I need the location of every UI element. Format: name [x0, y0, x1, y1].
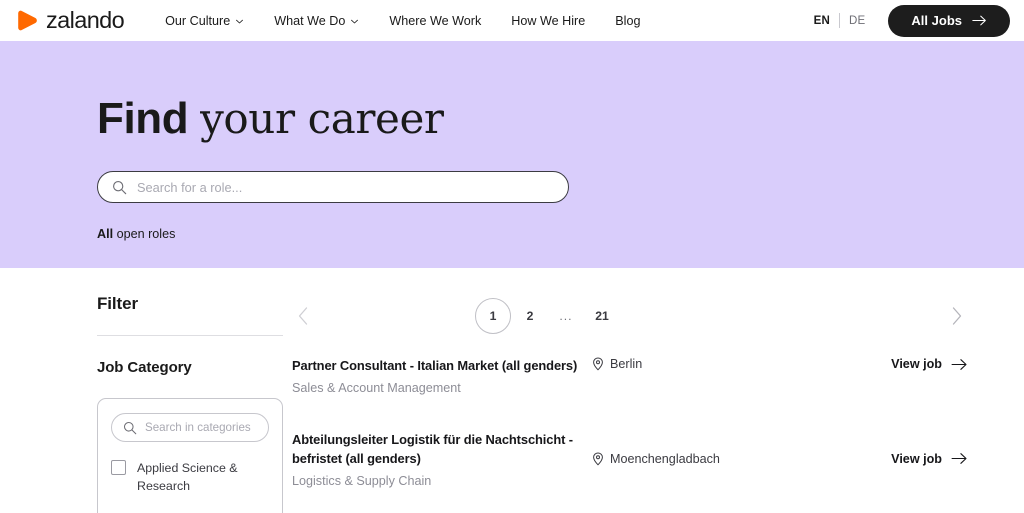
category-label: Applied Science & Research: [137, 461, 238, 494]
page-title-bold: Find: [97, 94, 189, 143]
pagination-page-1[interactable]: 1: [475, 298, 511, 334]
language-option-en[interactable]: EN: [814, 15, 839, 27]
pagination-next-button[interactable]: [946, 305, 968, 327]
job-location-label: Moenchengladbach: [610, 451, 720, 466]
language-option-de[interactable]: DE: [840, 15, 865, 27]
nav-label: Blog: [615, 13, 641, 28]
role-search-box[interactable]: [97, 171, 569, 203]
job-title[interactable]: Partner Consultant - Italian Market (all…: [292, 356, 592, 375]
job-department: Sales & Account Management: [292, 381, 461, 396]
filter-divider: [97, 335, 283, 336]
chevron-right-icon: [952, 307, 962, 325]
job-list-item: Partner Consultant - Italian Market (all…: [292, 356, 968, 430]
filter-sidebar: Filter Job Category Applied Science & Re…: [97, 268, 292, 513]
job-summary: Abteilungsleiter Logistik für die Nachts…: [292, 430, 592, 491]
search-icon: [123, 421, 137, 434]
pagination: 1 2 ... 21: [292, 288, 968, 344]
view-job-label: View job: [891, 451, 942, 466]
nav-label: How We Hire: [511, 13, 586, 28]
job-list: Partner Consultant - Italian Market (all…: [292, 356, 968, 513]
primary-nav: Our Culture What We Do Where We Work How…: [150, 14, 655, 28]
main-content: Filter Job Category Applied Science & Re…: [0, 268, 1024, 513]
pagination-prev-button[interactable]: [292, 305, 314, 327]
view-job-label: View job: [891, 357, 942, 371]
pagination-ellipsis: ...: [559, 309, 573, 323]
map-pin-icon: [593, 357, 603, 371]
all-jobs-button[interactable]: All Jobs: [888, 4, 1010, 37]
open-roles-bold: All: [97, 227, 114, 241]
chevron-down-icon: [351, 19, 359, 24]
arrow-right-icon: [951, 453, 967, 465]
zalando-play-mark-icon: [18, 10, 37, 31]
zalando-wordmark: zalando: [46, 6, 125, 33]
pagination-page-2[interactable]: 2: [511, 309, 549, 323]
category-search-input[interactable]: [145, 421, 257, 434]
hero-section: Find your career All open roles: [0, 41, 1024, 268]
open-roles-rest: open roles: [116, 227, 176, 241]
nav-item-how-we-hire[interactable]: How We Hire: [496, 14, 600, 28]
all-jobs-label: All Jobs: [911, 13, 962, 28]
open-roles-count: All open roles: [97, 227, 1024, 241]
nav-item-our-culture[interactable]: Our Culture: [150, 14, 259, 28]
search-input[interactable]: [137, 179, 554, 195]
arrow-right-icon: [972, 15, 986, 26]
job-summary: Partner Consultant - Italian Market (all…: [292, 356, 592, 398]
nav-label: Our Culture: [165, 13, 231, 28]
job-category-panel: Applied Science & Research: [97, 398, 283, 513]
nav-item-what-we-do[interactable]: What We Do: [259, 14, 374, 28]
job-results-column: 1 2 ... 21 Partner Consultant - Italian …: [292, 268, 1024, 513]
job-location-label: Berlin: [610, 357, 643, 371]
nav-item-where-we-work[interactable]: Where We Work: [374, 14, 496, 28]
filter-heading: Filter: [97, 294, 138, 313]
job-list-item: Abteilungsleiter Logistik für die Nachts…: [292, 430, 968, 513]
map-pin-icon: [593, 452, 603, 466]
language-switcher: EN DE: [814, 13, 866, 28]
category-option-applied-science-research[interactable]: Applied Science & Research: [111, 459, 269, 496]
job-location: Moenchengladbach: [592, 430, 757, 466]
nav-label: Where We Work: [389, 13, 482, 28]
view-job-button[interactable]: View job: [891, 356, 968, 371]
category-checkbox[interactable]: [111, 460, 126, 475]
nav-item-blog[interactable]: Blog: [600, 14, 655, 28]
job-title[interactable]: Abteilungsleiter Logistik für die Nachts…: [292, 430, 592, 468]
job-category-heading: Job Category: [97, 359, 192, 376]
search-icon: [113, 180, 127, 194]
category-search-box[interactable]: [111, 413, 269, 442]
chevron-left-icon: [298, 307, 308, 325]
view-job-button[interactable]: View job: [891, 430, 968, 466]
job-location: Berlin: [592, 356, 757, 371]
page-title-serif: your career: [200, 94, 444, 143]
arrow-right-icon: [951, 358, 967, 370]
header-right-cluster: EN DE All Jobs: [814, 4, 1010, 37]
nav-label: What We Do: [274, 13, 346, 28]
pagination-pages: 1 2 ... 21: [475, 298, 621, 334]
chevron-down-icon: [236, 19, 244, 24]
site-header: zalando Our Culture What We Do Where We …: [0, 0, 1024, 41]
zalando-logo[interactable]: zalando: [16, 6, 125, 33]
page-title: Find your career: [97, 41, 1024, 141]
pagination-page-21[interactable]: 21: [583, 309, 621, 323]
job-department: Logistics & Supply Chain: [292, 473, 432, 488]
